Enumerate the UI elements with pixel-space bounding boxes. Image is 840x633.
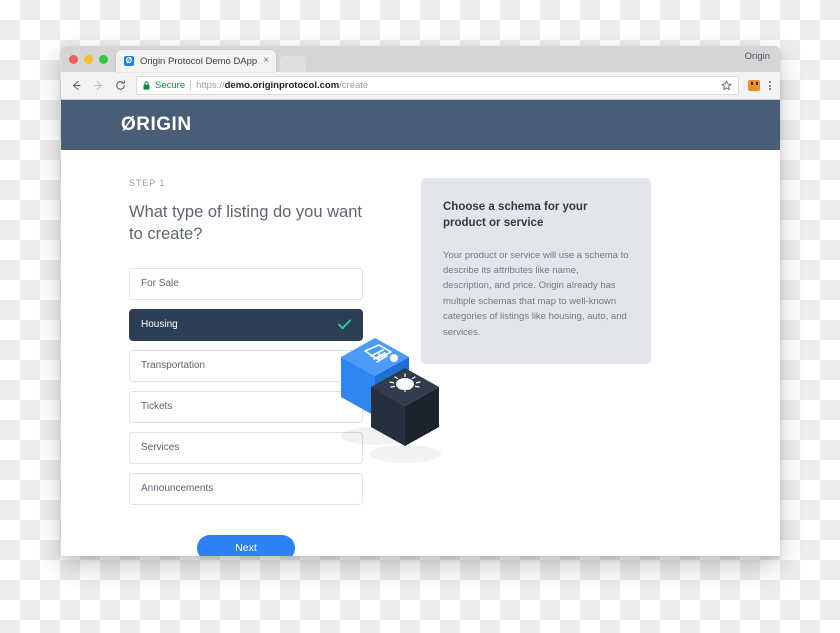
maximize-window-button[interactable] <box>99 54 108 64</box>
option-housing[interactable]: Housing <box>129 308 363 341</box>
option-label: Housing <box>141 319 178 331</box>
extension-icon[interactable] <box>748 80 760 91</box>
next-button[interactable]: Next <box>197 534 295 556</box>
url-host: demo.originprotocol.com <box>224 80 340 91</box>
origin-logo[interactable]: ØRIGIN <box>121 114 192 136</box>
browser-tab[interactable]: Ø Origin Protocol Demo DApp × <box>116 50 277 72</box>
option-tickets[interactable]: Tickets <box>129 390 363 423</box>
site-header: ØRIGIN <box>61 100 780 150</box>
info-panel: Choose a schema for your product or serv… <box>421 178 651 364</box>
option-transportation[interactable]: Transportation <box>129 349 363 382</box>
window-traffic-lights <box>69 46 116 72</box>
info-panel-title: Choose a schema for your product or serv… <box>443 201 588 229</box>
option-for-sale[interactable]: For Sale <box>129 267 363 300</box>
option-label: For Sale <box>141 278 179 290</box>
tab-title: Origin Protocol Demo DApp <box>140 55 258 67</box>
forward-arrow-icon <box>92 79 105 92</box>
back-arrow-icon[interactable] <box>70 79 83 92</box>
step-label: STEP 1 <box>129 178 166 188</box>
url-path: /create <box>339 80 369 91</box>
next-button-row: Next <box>129 534 363 556</box>
info-panel-body: Your product or service will use a schem… <box>443 249 629 338</box>
url-scheme: https:// <box>196 80 225 91</box>
listing-type-form: STEP 1 What type of listing do you want … <box>129 178 363 556</box>
close-tab-icon[interactable]: × <box>263 56 269 66</box>
tab-strip: Ø Origin Protocol Demo DApp × Origin <box>61 46 780 72</box>
listing-type-options: For Sale Housing Transportation Tickets <box>129 267 363 505</box>
minimize-window-button[interactable] <box>84 54 93 64</box>
secure-label: Secure <box>155 80 186 91</box>
url-text: https://demo.originprotocol.com/create <box>196 80 368 91</box>
page-body: STEP 1 What type of listing do you want … <box>61 150 780 556</box>
close-window-button[interactable] <box>69 54 78 64</box>
omnibox-separator <box>190 80 192 91</box>
browser-toolbar: Secure https://demo.originprotocol.com/c… <box>61 72 780 100</box>
option-announcements[interactable]: Announcements <box>129 472 363 505</box>
favicon-icon: Ø <box>124 56 134 66</box>
new-tab-button[interactable] <box>280 56 307 72</box>
page-title: What type of listing do you want to crea… <box>129 203 362 243</box>
profile-name[interactable]: Origin <box>745 51 770 62</box>
isometric-cubes-illustration <box>335 320 455 463</box>
option-label: Tickets <box>141 401 173 413</box>
browser-window: Ø Origin Protocol Demo DApp × Origin Sec… <box>61 46 780 556</box>
lock-icon <box>143 81 150 90</box>
three-dot-menu-icon[interactable] <box>769 81 771 90</box>
option-services[interactable]: Services <box>129 431 363 464</box>
info-column: Choose a schema for your product or serv… <box>341 178 720 556</box>
address-bar[interactable]: Secure https://demo.originprotocol.com/c… <box>136 76 739 95</box>
reload-icon[interactable] <box>114 79 127 92</box>
bookmark-star-icon[interactable] <box>721 80 732 91</box>
page-content: ØRIGIN STEP 1 What type of listing do yo… <box>61 100 780 556</box>
option-label: Services <box>141 442 180 454</box>
option-label: Transportation <box>141 360 206 372</box>
option-label: Announcements <box>141 483 214 495</box>
